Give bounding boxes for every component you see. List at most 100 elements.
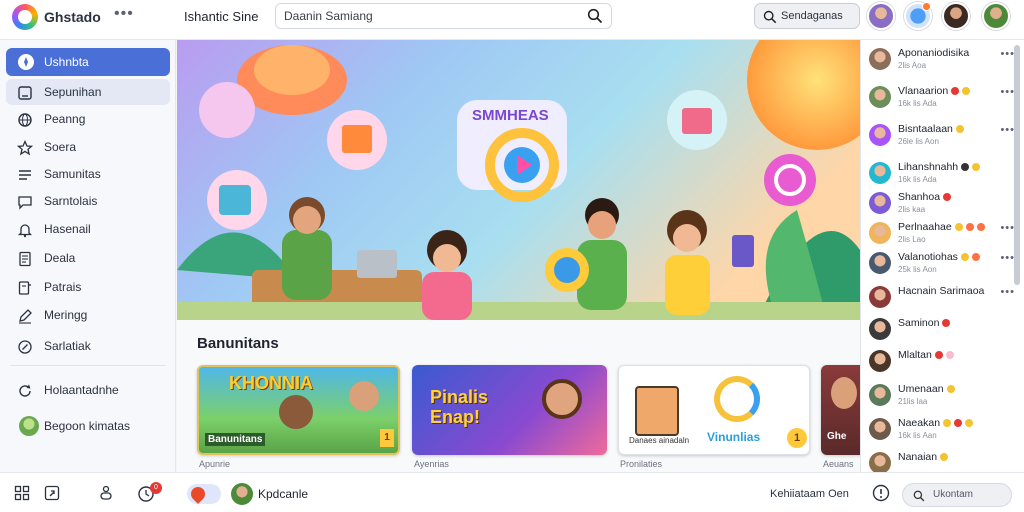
hero-banner[interactable]: SMMHEAS (177, 40, 860, 320)
avatar[interactable] (869, 384, 891, 406)
avatar[interactable] (231, 483, 253, 505)
list-item-name: Mlaltan (898, 349, 954, 361)
content-card[interactable]: Vinunlias Danaes ainadaln 1 (618, 365, 810, 455)
stack-icon[interactable] (98, 485, 114, 506)
sidebar-item-label: Hasenail (44, 222, 91, 236)
sidebar-item-files[interactable]: Patrais (6, 274, 170, 300)
list-item[interactable]: Bisntaalaan 26le lis Aon ••• (861, 120, 1017, 152)
help-icon[interactable] (872, 484, 890, 507)
avatar[interactable] (869, 286, 891, 308)
more-dots-icon[interactable]: ••• (1000, 252, 1015, 264)
card-person (831, 377, 857, 409)
reaction-icon (955, 125, 964, 134)
list-item-name: Vlanaarion (898, 85, 971, 97)
sidebar-item-docs[interactable]: Deala (6, 245, 170, 271)
sidebar: Ushnbta Sepunihan Peanng Soera Samunitas… (0, 40, 176, 472)
more-dots-icon[interactable]: ••• (1000, 222, 1015, 234)
list-item-name: Valanotiohas (898, 251, 980, 263)
sidebar-item-list[interactable]: Samunitas (6, 161, 170, 187)
avatar[interactable] (869, 48, 891, 70)
bottom-search[interactable]: Ukontam (902, 483, 1012, 507)
search-icon (763, 9, 777, 33)
bottom-search-label: Ukontam (933, 489, 974, 500)
list-item[interactable]: Aponaniodisika 2lis Aoa ••• (861, 44, 1017, 76)
reaction-icon (934, 351, 943, 360)
content-card[interactable]: KHONNIA Banunitans 1 (197, 365, 400, 455)
list-item-label: Bisntaalaan (898, 123, 953, 135)
more-dots-icon[interactable]: ••• (1000, 124, 1015, 136)
sidebar-item-explore[interactable]: Peanng (6, 106, 170, 132)
list-item[interactable]: Valanotiohas 25k lis Aon ••• (861, 248, 1017, 280)
list-item-name: Naeakan (898, 417, 974, 429)
avatar[interactable] (869, 252, 891, 274)
grid-icon[interactable] (14, 485, 30, 506)
avatar[interactable] (869, 350, 891, 372)
location-icon[interactable] (187, 484, 221, 504)
compass-icon (17, 53, 35, 81)
avatar[interactable] (867, 2, 895, 30)
more-dots-icon[interactable]: ••• (1000, 48, 1015, 60)
document-icon (17, 250, 33, 276)
avatar[interactable] (869, 192, 891, 214)
list-item[interactable]: Hacnain Sarimaoa ••• (861, 282, 1017, 314)
avatar[interactable] (982, 2, 1010, 30)
sidebar-item-favorites[interactable]: Soera (6, 134, 170, 160)
list-item[interactable]: Saminon (861, 314, 1017, 346)
avatar[interactable] (869, 318, 891, 340)
avatar[interactable] (869, 86, 891, 108)
sidebar-item-history[interactable]: Holaantadnhe (6, 377, 170, 403)
card-caption: Ayenrias (414, 459, 449, 469)
avatar[interactable] (869, 222, 891, 244)
list-item[interactable]: Naeakan 16k lis Aan (861, 414, 1017, 446)
sidebar-item-communities[interactable]: Sepunihan (6, 79, 170, 105)
scrollbar[interactable] (1014, 45, 1020, 285)
sidebar-item-group[interactable]: Begoon kimatas (6, 411, 170, 441)
content-card[interactable]: Pinalis Enap! (412, 365, 607, 455)
list-item[interactable]: Perlnaahae 2lis Lao ••• (861, 218, 1017, 250)
list-item[interactable]: Shanhoa 2lis kaa (861, 188, 1017, 220)
sidebar-item-label: Deala (44, 251, 76, 265)
card-title: Pinalis Enap! (430, 387, 489, 427)
search-bar[interactable] (275, 3, 612, 29)
reaction-icon (942, 319, 951, 328)
app-logo[interactable] (12, 4, 38, 30)
more-dots-icon[interactable]: ••• (114, 5, 134, 23)
list-item[interactable]: Umenaan 21lis laa (861, 380, 1017, 412)
card-person (279, 395, 313, 429)
card-caption: Pronilaties (620, 459, 663, 469)
status-text: Kehiiataam Oen (770, 488, 849, 500)
card-person (542, 379, 582, 419)
list-item-name: Umenaan (898, 383, 955, 395)
card-label: Danaes ainadaln (629, 436, 690, 445)
avatar[interactable] (869, 418, 891, 440)
avatar[interactable] (942, 2, 970, 30)
more-dots-icon[interactable]: ••• (1000, 286, 1015, 298)
avatar[interactable] (869, 124, 891, 146)
search-button[interactable]: Sendaganas (754, 3, 860, 29)
sidebar-item-editing[interactable]: Meringg (6, 302, 170, 328)
list-item-label: Valanotiohas (898, 251, 958, 263)
list-item-meta: 25k lis Aon (898, 265, 937, 274)
reaction-icon (943, 419, 952, 428)
card-caption: Aeuans (823, 459, 854, 469)
content-card[interactable]: Ghe (821, 365, 860, 455)
list-item[interactable]: Vlanaarion 16k lis Ada ••• (861, 82, 1017, 114)
sidebar-item-notifications[interactable]: Hasenail (6, 216, 170, 242)
list-item-label: Nanaian (898, 451, 938, 463)
list-item-label: Naeakan (898, 417, 941, 429)
list-item[interactable]: Lihanshnahh 16k lis Ada (861, 158, 1017, 190)
sidebar-item-messages[interactable]: Sarntolais (6, 188, 170, 214)
search-icon[interactable] (587, 8, 603, 29)
list-item[interactable]: Nanaian (861, 448, 1017, 472)
list-item-label: Shanhoa (898, 191, 941, 203)
avatar[interactable] (869, 162, 891, 184)
sidebar-item-links[interactable]: Sarlatiak (6, 333, 170, 359)
list-item[interactable]: Mlaltan (861, 346, 1017, 378)
more-dots-icon[interactable]: ••• (1000, 86, 1015, 98)
avatar[interactable] (869, 452, 891, 472)
card-person (349, 381, 379, 411)
search-input[interactable] (284, 7, 574, 25)
export-icon[interactable] (44, 485, 60, 506)
reaction-icon (945, 351, 954, 360)
sidebar-item-home[interactable]: Ushnbta (6, 48, 170, 76)
